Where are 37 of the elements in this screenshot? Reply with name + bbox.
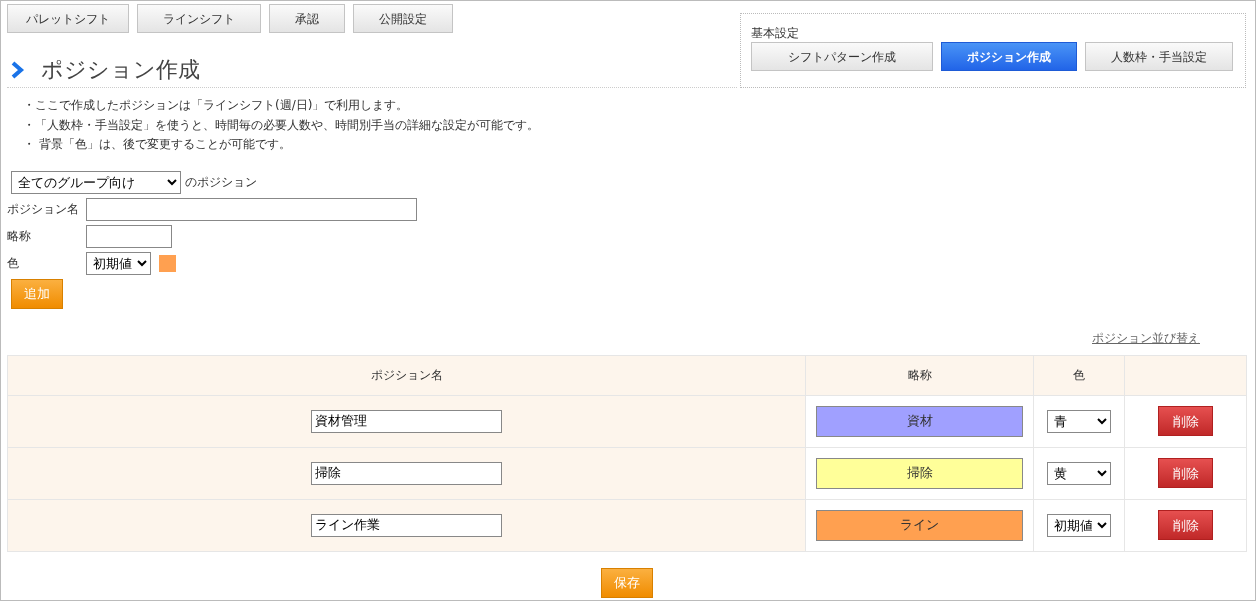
delete-button[interactable]: 削除: [1158, 406, 1214, 437]
column-header: 略称: [805, 355, 1034, 396]
name-label: ポジション名: [7, 201, 80, 219]
settings-tab[interactable]: 人数枠・手当設定: [1085, 42, 1233, 71]
nav-tab[interactable]: パレットシフト: [7, 4, 129, 33]
note-text: ・ 背景「色」は、後で変更することが可能です。: [23, 136, 292, 154]
page-title: ポジション作成: [41, 57, 200, 84]
position-name-input[interactable]: 掃除: [311, 461, 503, 485]
color-dropdown[interactable]: 青: [1047, 409, 1112, 433]
note-text: ・ここで作成したポジションは「ラインシフト(週/日)」で利用します。: [23, 97, 410, 115]
note-text: ・「人数枠・手当設定」を使うと、時間毎の必要人数や、時間別手当の詳細な設定が可能です。: [23, 116, 540, 134]
delete-button[interactable]: 削除: [1158, 510, 1214, 541]
column-header: 色: [1033, 355, 1125, 396]
settings-tab[interactable]: ポジション作成: [941, 42, 1077, 71]
sort-link[interactable]: ポジション並び替え: [1092, 330, 1200, 345]
short-name-input[interactable]: ライン: [816, 509, 1024, 541]
short-name-input[interactable]: [86, 224, 172, 248]
delete-button[interactable]: 削除: [1158, 458, 1214, 489]
color-dropdown[interactable]: 初期値: [1047, 513, 1112, 537]
group-dropdown[interactable]: 全てのグループ向け: [11, 170, 181, 194]
short-name-label: 略称: [7, 228, 32, 246]
nav-tab[interactable]: 承認: [269, 4, 345, 33]
settings-tab[interactable]: シフトパターン作成: [751, 42, 933, 71]
position-name-input[interactable]: ライン作業: [311, 513, 503, 537]
color-label: 色: [7, 255, 20, 273]
short-name-input[interactable]: 掃除: [816, 457, 1024, 489]
nav-tab[interactable]: ラインシフト: [137, 4, 261, 33]
short-name-input[interactable]: 資材: [816, 405, 1024, 437]
name-input[interactable]: [86, 197, 417, 221]
color-dropdown[interactable]: 黄: [1047, 461, 1112, 485]
group-suffix: のポジション: [185, 174, 257, 192]
position-name-input[interactable]: 資材管理: [311, 409, 503, 433]
nav-tab[interactable]: 公開設定: [353, 4, 453, 33]
column-header: ポジション名: [7, 355, 806, 396]
section-label: 基本設定: [751, 25, 800, 42]
chevron-icon: [11, 61, 25, 80]
color-dropdown[interactable]: 初期値: [86, 251, 151, 275]
